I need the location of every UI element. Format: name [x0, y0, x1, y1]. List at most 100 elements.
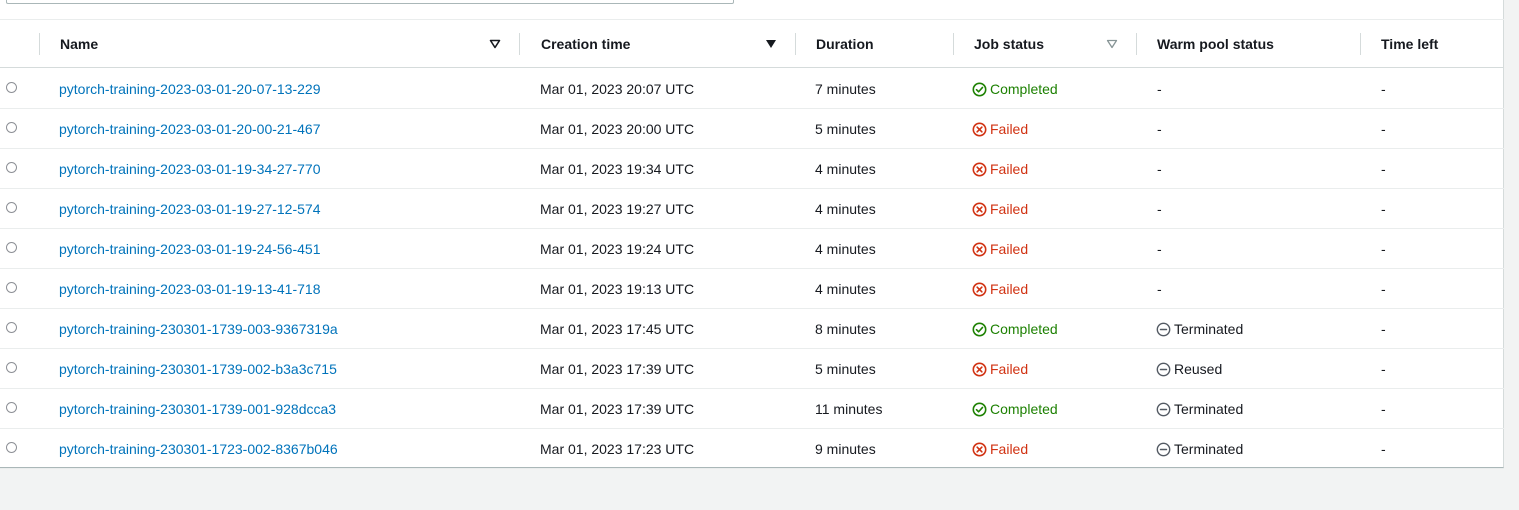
row-select-radio[interactable]: [6, 322, 17, 333]
time-left-value: -: [1381, 401, 1386, 417]
row-select-radio[interactable]: [6, 442, 17, 453]
row-select-radio[interactable]: [6, 202, 17, 213]
job-name-link[interactable]: pytorch-training-2023-03-01-20-07-13-229: [59, 81, 321, 97]
creation-time-cell: Mar 01, 2023 19:27 UTC: [540, 189, 694, 229]
table-row[interactable]: pytorch-training-2023-03-01-19-13-41-718…: [0, 269, 1504, 309]
table-row[interactable]: pytorch-training-2023-03-01-19-24-56-451…: [0, 229, 1504, 269]
row-select-radio[interactable]: [6, 242, 17, 253]
creation-time-value: Mar 01, 2023 19:13 UTC: [540, 281, 695, 297]
job-status-badge: Failed: [972, 281, 1028, 297]
table-row[interactable]: pytorch-training-230301-1739-001-928dcca…: [0, 389, 1504, 429]
time-left-value: -: [1381, 321, 1386, 337]
column-header-job-status[interactable]: Job status: [974, 20, 1044, 68]
job-status-label: Failed: [990, 241, 1029, 257]
search-input[interactable]: [6, 0, 734, 4]
row-select-radio[interactable]: [6, 122, 17, 133]
creation-time-value: Mar 01, 2023 19:27 UTC: [540, 201, 695, 217]
job-name-cell: pytorch-training-2023-03-01-19-13-41-718: [59, 269, 321, 309]
time-left-value: -: [1381, 201, 1386, 217]
minus-circle-icon: [1156, 402, 1171, 416]
job-status-badge: Completed: [972, 321, 1058, 337]
table-row[interactable]: pytorch-training-2023-03-01-20-07-13-229…: [0, 69, 1504, 109]
time-left-value: -: [1381, 441, 1386, 457]
warm-pool-status-badge: -: [1157, 241, 1162, 257]
creation-time-value: Mar 01, 2023 17:39 UTC: [540, 361, 695, 377]
table-row[interactable]: pytorch-training-2023-03-01-19-34-27-770…: [0, 149, 1504, 189]
duration-cell: 11 minutes: [815, 389, 882, 429]
row-select-radio[interactable]: [6, 402, 17, 413]
row-select-radio[interactable]: [6, 362, 17, 373]
duration-cell: 4 minutes: [815, 149, 876, 189]
job-name-link[interactable]: pytorch-training-230301-1723-002-8367b04…: [59, 441, 338, 457]
minus-circle-icon: [1156, 442, 1171, 456]
job-name-link[interactable]: pytorch-training-2023-03-01-19-13-41-718: [59, 281, 321, 297]
warm-pool-status-badge: Terminated: [1156, 441, 1243, 457]
job-name-link[interactable]: pytorch-training-2023-03-01-19-34-27-770: [59, 161, 321, 177]
column-header-time-left[interactable]: Time left: [1381, 20, 1438, 68]
job-status-badge: Completed: [972, 401, 1058, 417]
row-select-radio[interactable]: [6, 162, 17, 173]
job-name-cell: pytorch-training-230301-1723-002-8367b04…: [59, 429, 338, 469]
x-circle-icon: [972, 162, 987, 176]
job-name-link[interactable]: pytorch-training-230301-1739-001-928dcca…: [59, 401, 336, 417]
creation-time-value: Mar 01, 2023 19:34 UTC: [540, 161, 695, 177]
job-name-link[interactable]: pytorch-training-2023-03-01-20-00-21-467: [59, 121, 321, 137]
duration-cell: 7 minutes: [815, 69, 876, 109]
job-status-cell: Failed: [972, 149, 1028, 189]
time-left-cell: -: [1381, 429, 1386, 469]
duration-value: 9 minutes: [815, 441, 876, 457]
warm-pool-status-label: -: [1157, 121, 1162, 137]
sort-icon[interactable]: [1106, 38, 1118, 50]
table-row[interactable]: pytorch-training-2023-03-01-20-00-21-467…: [0, 109, 1504, 149]
table-row[interactable]: pytorch-training-230301-1723-002-8367b04…: [0, 429, 1504, 469]
warm-pool-status-badge: Terminated: [1156, 401, 1243, 417]
table-row[interactable]: pytorch-training-230301-1739-003-9367319…: [0, 309, 1504, 349]
creation-time-cell: Mar 01, 2023 20:07 UTC: [540, 69, 694, 109]
duration-cell: 8 minutes: [815, 309, 876, 349]
job-status-cell: Failed: [972, 229, 1028, 269]
duration-value: 4 minutes: [815, 161, 876, 177]
job-name-link[interactable]: pytorch-training-2023-03-01-19-27-12-574: [59, 201, 321, 217]
row-select-radio[interactable]: [6, 82, 17, 93]
time-left-value: -: [1381, 281, 1386, 297]
job-status-badge: Failed: [972, 241, 1028, 257]
warm-pool-status-badge: -: [1157, 281, 1162, 297]
job-name-cell: pytorch-training-230301-1739-002-b3a3c71…: [59, 349, 337, 389]
creation-time-value: Mar 01, 2023 20:07 UTC: [540, 81, 695, 97]
job-name-link[interactable]: pytorch-training-230301-1739-002-b3a3c71…: [59, 361, 337, 377]
warm-pool-status-cell: -: [1157, 229, 1162, 269]
column-header-name[interactable]: Name: [60, 20, 98, 68]
warm-pool-status-badge: -: [1157, 161, 1162, 177]
table-row[interactable]: pytorch-training-230301-1739-002-b3a3c71…: [0, 349, 1504, 389]
check-circle-icon: [972, 322, 987, 336]
x-circle-icon: [972, 282, 987, 296]
column-separator: [795, 33, 796, 55]
job-name-link[interactable]: pytorch-training-230301-1739-003-9367319…: [59, 321, 338, 337]
column-header-creation-time[interactable]: Creation time: [541, 20, 630, 68]
column-header-duration-label: Duration: [816, 36, 874, 52]
job-status-label: Failed: [990, 161, 1029, 177]
creation-time-value: Mar 01, 2023 19:24 UTC: [540, 241, 695, 257]
job-name-cell: pytorch-training-2023-03-01-19-24-56-451: [59, 229, 321, 269]
job-name-link[interactable]: pytorch-training-2023-03-01-19-24-56-451: [59, 241, 321, 257]
sort-descending-active-icon[interactable]: [765, 38, 777, 50]
job-name-cell: pytorch-training-2023-03-01-20-00-21-467: [59, 109, 321, 149]
column-header-duration[interactable]: Duration: [816, 20, 874, 68]
creation-time-cell: Mar 01, 2023 17:39 UTC: [540, 389, 694, 429]
job-status-cell: Failed: [972, 269, 1028, 309]
warm-pool-status-label: Reused: [1174, 361, 1223, 377]
column-header-warm-pool-status[interactable]: Warm pool status: [1157, 20, 1274, 68]
duration-value: 4 minutes: [815, 241, 876, 257]
sort-descending-icon[interactable]: [489, 38, 501, 50]
column-header-job-status-label: Job status: [974, 36, 1045, 52]
job-status-badge: Completed: [972, 81, 1058, 97]
duration-value: 4 minutes: [815, 281, 876, 297]
duration-cell: 4 minutes: [815, 189, 876, 229]
time-left-value: -: [1381, 361, 1386, 377]
job-status-label: Completed: [990, 321, 1058, 337]
warm-pool-status-label: -: [1157, 281, 1162, 297]
table-row[interactable]: pytorch-training-2023-03-01-19-27-12-574…: [0, 189, 1504, 229]
job-status-label: Failed: [990, 121, 1029, 137]
duration-value: 4 minutes: [815, 201, 876, 217]
row-select-radio[interactable]: [6, 282, 17, 293]
